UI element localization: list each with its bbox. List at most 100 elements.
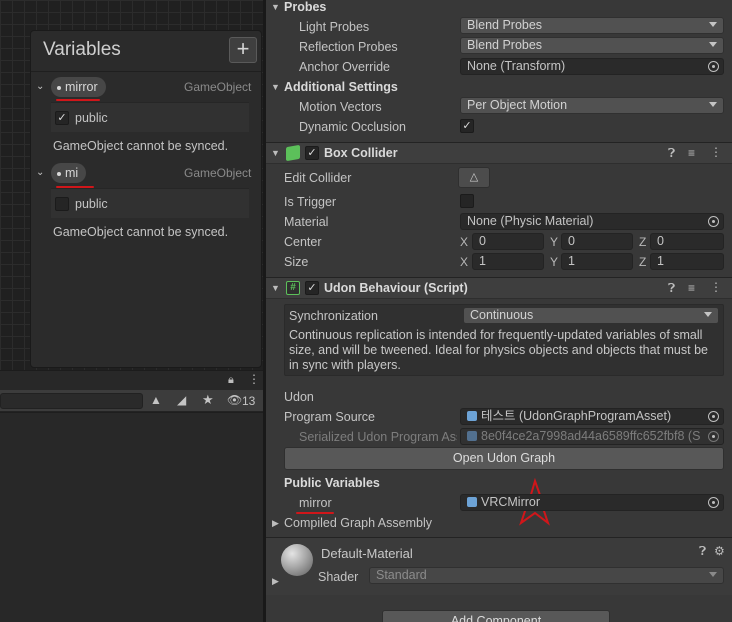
help-icon[interactable]: ❓︎ (668, 281, 675, 296)
favorites-star-icon[interactable]: ★ (202, 392, 214, 408)
mirror-reference-field[interactable]: VRCMirror (460, 494, 724, 511)
center-y-field[interactable]: 0 (561, 233, 633, 250)
center-z-field[interactable]: 0 (650, 233, 724, 250)
more-options-icon[interactable]: ⋮ (710, 145, 722, 159)
fold-arrow-icon[interactable]: ▼ (271, 148, 280, 158)
project-search-input[interactable] (0, 393, 143, 409)
serialized-program-label: Serialized Udon Program Ass (299, 430, 457, 444)
hidden-count: 13 (242, 394, 256, 408)
chevron-down-icon[interactable]: ⌄ (36, 81, 48, 93)
synchronization-box: Synchronization Continuous Continuous re… (284, 304, 724, 376)
public-label: public (75, 197, 108, 211)
size-label: Size (284, 255, 309, 269)
object-picker-icon[interactable] (708, 411, 719, 422)
object-picker-icon[interactable] (708, 497, 719, 508)
public-checkbox[interactable]: ✓ (55, 111, 69, 125)
light-probes-dropdown[interactable]: Blend Probes (460, 17, 724, 34)
box-collider-enabled-checkbox[interactable]: ✓ (305, 146, 319, 160)
add-variable-button[interactable]: + (229, 37, 257, 63)
material-label: Material (284, 215, 329, 229)
gear-icon[interactable]: ⚙︎ (714, 544, 725, 558)
open-udon-graph-button[interactable]: Open Udon Graph (284, 447, 724, 470)
udon-behaviour-header[interactable]: ▼ # ✓ Udon Behaviour (Script) ❓︎ ≡ ⋮ (266, 277, 732, 299)
object-picker-icon (708, 431, 719, 442)
asset-icon (467, 411, 477, 421)
variable-name-pill[interactable]: mi (51, 163, 87, 183)
filter-by-label-icon[interactable]: ◢ (177, 393, 186, 407)
panel-tab-bar: 🔒︎ ⋮ (0, 370, 265, 390)
fold-arrow-icon[interactable]: ▼ (271, 82, 280, 92)
probes-header[interactable]: Probes (284, 0, 326, 14)
lock-icon[interactable]: 🔒︎ (228, 374, 234, 387)
chevron-down-icon[interactable]: ⌄ (36, 167, 48, 179)
public-variable-name: mirror (299, 496, 332, 510)
program-source-field[interactable]: 테스트 (UdonGraphProgramAsset) (460, 408, 724, 425)
material-preview-sphere (281, 544, 313, 576)
asset-icon (467, 431, 477, 441)
y-axis-label: Y (550, 255, 559, 269)
motion-vectors-dropdown[interactable]: Per Object Motion (460, 97, 724, 114)
box-collider-header[interactable]: ▼ ✓ Box Collider ❓︎ ≡ ⋮ (266, 142, 732, 164)
size-x-field[interactable]: 1 (472, 253, 544, 270)
box-collider-icon (286, 144, 300, 162)
anchor-override-label: Anchor Override (299, 60, 391, 74)
public-variables-label: Public Variables (284, 476, 380, 490)
object-picker-icon[interactable] (708, 61, 719, 72)
anchor-override-field[interactable]: None (Transform) (460, 58, 724, 75)
more-options-icon[interactable]: ⋮ (710, 280, 722, 294)
udon-behaviour-title: Udon Behaviour (Script) (324, 281, 468, 295)
inspector-panel: ▼ Probes Light Probes Blend Probes Refle… (266, 0, 732, 622)
public-label: public (75, 111, 108, 125)
edit-collider-label: Edit Collider (284, 171, 352, 185)
center-x-field[interactable]: 0 (472, 233, 544, 250)
size-y-field[interactable]: 1 (561, 253, 633, 270)
object-picker-icon[interactable] (708, 216, 719, 227)
dynamic-occlusion-label: Dynamic Occlusion (299, 120, 406, 134)
program-source-label: Program Source (284, 410, 376, 424)
additional-settings-header[interactable]: Additional Settings (284, 80, 398, 94)
gameobject-icon (467, 497, 477, 507)
public-row: public (51, 188, 249, 218)
fold-arrow-icon[interactable]: ▼ (271, 2, 280, 12)
shader-dropdown[interactable]: Standard (369, 567, 724, 584)
is-trigger-label: Is Trigger (284, 195, 337, 209)
preset-sliders-icon[interactable]: ≡ (688, 146, 695, 160)
z-axis-label: Z (639, 255, 647, 269)
size-z-field[interactable]: 1 (650, 253, 724, 270)
udon-behaviour-enabled-checkbox[interactable]: ✓ (305, 281, 319, 295)
serialized-program-field: 8e0f4ce2a7998ad44a6589ffc652fbf8 (S (460, 428, 724, 445)
physic-material-field[interactable]: None (Physic Material) (460, 213, 724, 230)
is-trigger-checkbox[interactable] (460, 194, 474, 208)
red-underline-annotation (56, 99, 100, 101)
reflection-probes-dropdown[interactable]: Blend Probes (460, 37, 724, 54)
synchronization-dropdown[interactable]: Continuous (463, 307, 719, 324)
synchronization-help-text: Continuous replication is intended for f… (289, 328, 708, 372)
help-icon[interactable]: ❓︎ (668, 146, 675, 161)
edit-collider-button[interactable]: △ (458, 167, 490, 188)
x-axis-label: X (460, 235, 469, 249)
shader-label: Shader (318, 570, 359, 584)
red-underline-annotation (296, 512, 334, 514)
dynamic-occlusion-checkbox[interactable]: ✓ (460, 119, 474, 133)
preset-sliders-icon[interactable]: ≡ (688, 281, 695, 295)
filter-by-type-icon[interactable]: ▲ (150, 393, 162, 407)
fold-arrow-icon[interactable]: ▼ (271, 283, 280, 293)
sync-note: GameObject cannot be synced. (53, 225, 229, 239)
compiled-graph-assembly-foldout[interactable]: Compiled Graph Assembly (284, 516, 432, 530)
project-asset-list[interactable] (0, 412, 265, 622)
help-icon[interactable]: ❓︎ (699, 544, 706, 559)
x-axis-label: X (460, 255, 469, 269)
variable-name: mirror (65, 80, 98, 94)
hidden-packages-icon[interactable]: 👁︎ (227, 393, 242, 407)
fold-arrow-right-icon[interactable]: ▶ (272, 576, 279, 587)
public-row: ✓ public (51, 102, 249, 132)
light-probes-label: Light Probes (299, 20, 370, 34)
sync-note: GameObject cannot be synced. (53, 139, 229, 153)
add-component-button[interactable]: Add Component (382, 610, 610, 622)
motion-vectors-label: Motion Vectors (299, 100, 382, 114)
more-options-icon[interactable]: ⋮ (248, 372, 260, 386)
udon-section-label: Udon (284, 390, 314, 404)
public-checkbox[interactable] (55, 197, 69, 211)
variable-name-pill[interactable]: mirror (51, 77, 106, 97)
fold-arrow-right-icon[interactable]: ▶ (272, 518, 279, 529)
